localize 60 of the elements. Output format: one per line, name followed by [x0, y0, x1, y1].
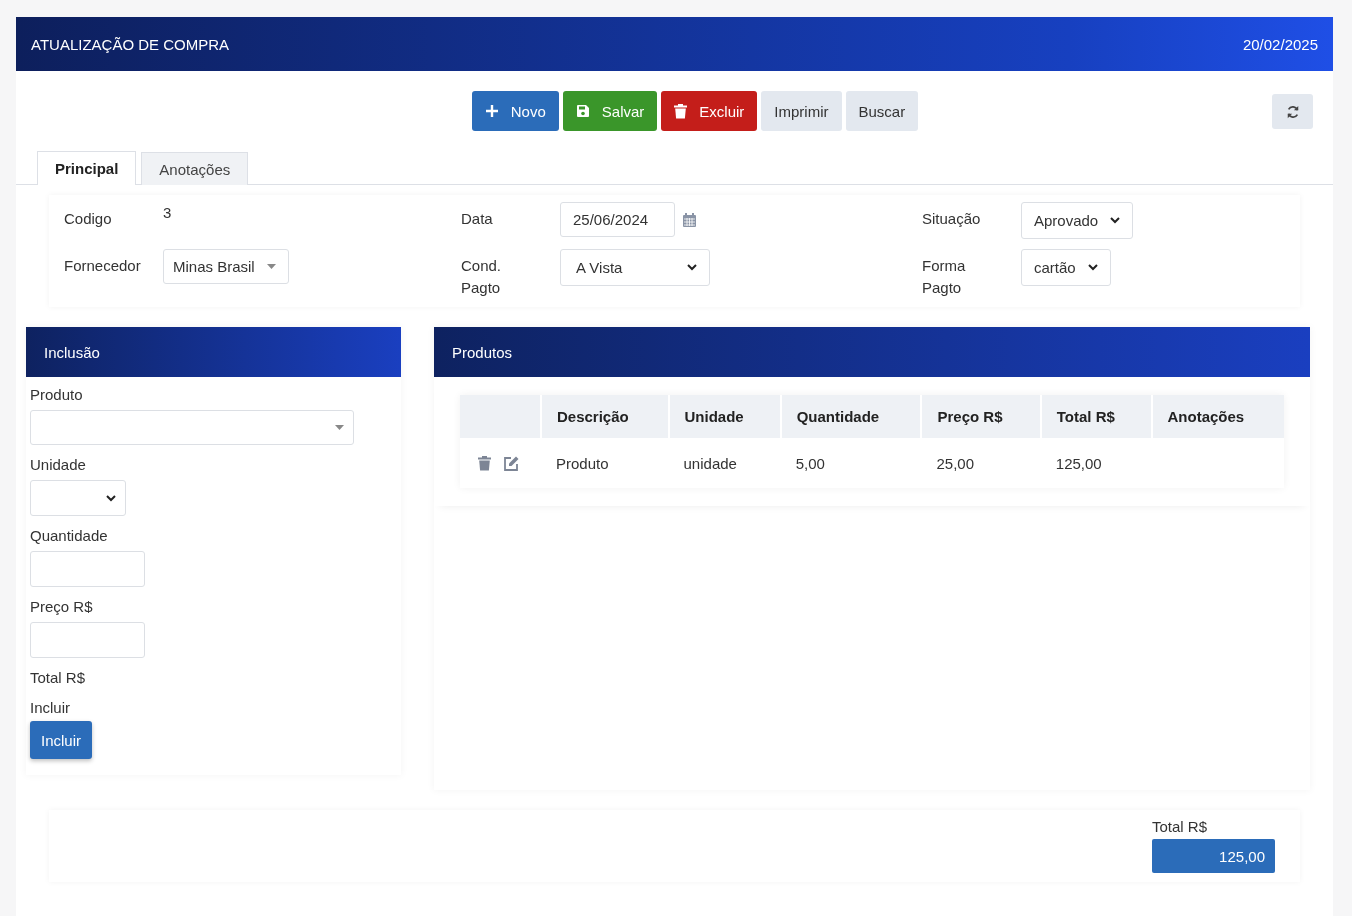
field-label: Quantidade: [30, 526, 109, 546]
toolbar-button[interactable]: Buscar: [845, 91, 919, 131]
column-header: Descrição: [541, 395, 669, 438]
chevron-down-icon: [106, 494, 116, 502]
toolbar-button[interactable]: Novo: [471, 91, 559, 131]
chevron-down-icon: [687, 264, 697, 271]
field-label: Incluir: [30, 698, 71, 718]
tab[interactable]: Principal: [37, 151, 137, 185]
table-cell: 25,00: [921, 438, 1041, 488]
tab[interactable]: Anotações: [141, 152, 249, 185]
field-label: Data: [461, 209, 494, 229]
caret-down-icon: [335, 425, 344, 430]
toolbar-button[interactable]: Excluir: [661, 91, 758, 131]
column-header: Anotações: [1151, 395, 1284, 438]
date-field[interactable]: 25/06/2024: [560, 202, 675, 237]
column-header: Quantidade: [780, 395, 922, 438]
table-cell: 125,00: [1040, 438, 1152, 488]
panel-title: Inclusão: [44, 343, 100, 361]
toolbar-button[interactable]: Imprimir: [761, 91, 842, 131]
trash-icon: [674, 103, 688, 119]
table-cell: 5,00: [780, 438, 922, 488]
calendar-icon[interactable]: [683, 212, 696, 227]
combo-field[interactable]: [30, 410, 354, 445]
table-cell: unidade: [668, 438, 781, 488]
field-value: 3: [163, 203, 172, 221]
date-text: 20/02/2025: [1242, 35, 1318, 53]
trash-icon[interactable]: [478, 455, 491, 471]
combo-field[interactable]: Minas Brasil: [163, 249, 289, 284]
total-label: Total R$: [1152, 818, 1209, 835]
select-field[interactable]: Aprovado: [1021, 202, 1134, 239]
toolbar-button[interactable]: Salvar: [562, 91, 658, 131]
field-label: Total R$: [30, 668, 87, 688]
input-field[interactable]: [30, 551, 145, 587]
chevron-down-icon: [1087, 264, 1098, 271]
field-label: Preço R$: [30, 597, 94, 617]
table-cell: Produto: [541, 438, 669, 488]
chevron-down-icon: [1110, 217, 1121, 224]
page-title: ATUALIZAÇÃO DE COMPRA: [31, 35, 230, 53]
field-label: Unidade: [30, 455, 87, 475]
field-label: Produto: [30, 385, 84, 405]
field-label: Fornecedor: [64, 256, 142, 276]
input-field[interactable]: [30, 622, 145, 658]
field-label: Codigo: [64, 209, 113, 229]
refresh-icon: [1285, 104, 1300, 119]
select-field[interactable]: cartão: [1021, 249, 1111, 286]
field-label: Forma Pagto: [922, 256, 967, 298]
column-header: Total R$: [1040, 395, 1152, 438]
panel-title: Produtos: [452, 343, 513, 361]
caret-down-icon: [266, 264, 276, 269]
include-button[interactable]: Incluir: [30, 721, 92, 759]
column-header: Unidade: [668, 395, 781, 438]
field-label: Situação: [922, 209, 982, 229]
field-label: Cond. Pagto: [461, 256, 503, 298]
refresh-button[interactable]: [1272, 94, 1313, 129]
edit-icon[interactable]: [503, 455, 519, 471]
select-field[interactable]: [30, 480, 126, 516]
select-field[interactable]: A Vista: [560, 249, 710, 286]
column-header: Preço R$: [921, 395, 1041, 438]
total-field: 125,00: [1152, 839, 1275, 873]
plus-icon: [484, 104, 499, 118]
